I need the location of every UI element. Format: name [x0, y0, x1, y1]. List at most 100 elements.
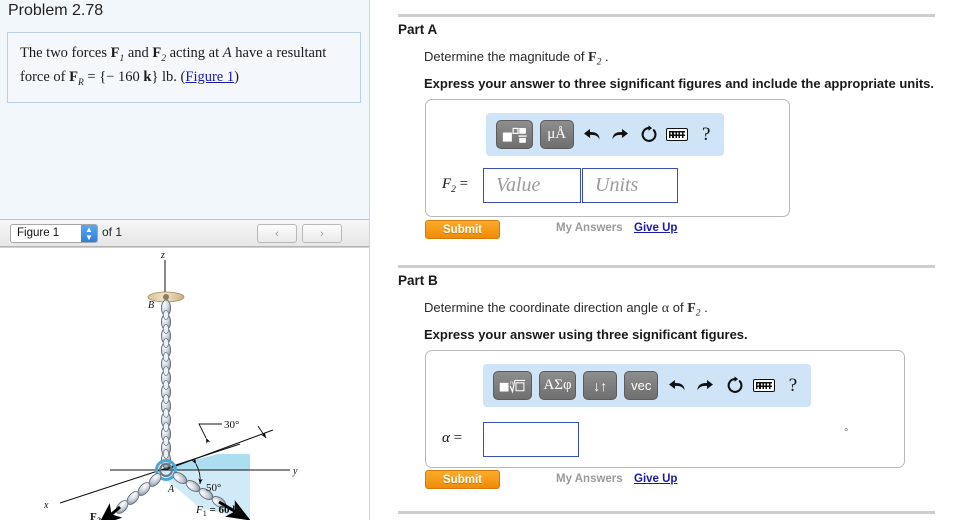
part-a-force-symbol: F [588, 50, 597, 65]
statement-close: ) [234, 68, 239, 85]
part-a-my-answers-button[interactable]: My Answers [556, 222, 623, 234]
chain-vertical [160, 299, 171, 469]
reset-circular-arrow-glyph [641, 125, 657, 142]
problem-statement-box: The two forces F1 and F2 acting at A hav… [7, 32, 361, 104]
axis-x-label: x [43, 500, 49, 511]
part-b-question-pre: Determine the coordinate direction angle [424, 300, 662, 315]
figure-1-link[interactable]: Figure 1 [185, 69, 234, 85]
part-b-math-toolbar: n ΑΣφ ↓↑ vec ? [483, 364, 811, 407]
statement-tail: } lb. ( [151, 68, 186, 85]
math-template-icon [502, 127, 527, 143]
keyboard-icon[interactable] [752, 373, 775, 399]
part-b-var-equals: = [449, 430, 463, 446]
divider-bottom [398, 511, 935, 514]
divider-part-a [398, 14, 935, 17]
undo-icon[interactable] [665, 373, 687, 399]
greek-symbols-button[interactable]: ΑΣφ [538, 371, 577, 400]
units-button[interactable]: μÅ [539, 120, 574, 149]
part-b-variable-label: α = [442, 430, 462, 447]
statement-part-3: acting at [166, 45, 223, 61]
part-a-heading: Part A [398, 22, 438, 37]
part-a-variable-label: F2 = [442, 176, 468, 195]
keyboard-icon[interactable] [666, 122, 689, 148]
angle-50-label: 50° [206, 482, 221, 494]
svg-text:n: n [510, 380, 513, 386]
keyboard-glyph [666, 128, 689, 141]
sort-arrows-button[interactable]: ↓↑ [583, 371, 618, 400]
part-a-give-up-link[interactable]: Give Up [634, 222, 677, 234]
chain-F2 [115, 473, 162, 514]
help-icon[interactable]: ? [695, 122, 717, 148]
reset-icon[interactable] [724, 373, 746, 399]
part-b-question: Determine the coordinate direction angle… [424, 300, 708, 319]
math-template-button[interactable] [496, 120, 533, 149]
part-b-heading: Part B [398, 273, 438, 288]
figure-select[interactable]: Figure 1 ▲ ▼ [10, 224, 98, 243]
force-F2-label: F2 [90, 511, 101, 520]
undo-arrow-glyph [583, 129, 600, 140]
part-a-var-equals: = [455, 176, 469, 192]
vector-button[interactable]: vec [624, 371, 659, 400]
reset-icon[interactable] [638, 122, 660, 148]
force-FR-symbol: F [69, 68, 78, 85]
figure-toolbar: Figure 1 ▲ ▼ of 1 ‹ › [0, 219, 369, 247]
part-a-question-post: . [601, 49, 609, 64]
part-b-question-post: . [700, 300, 708, 315]
degree-unit-label: ° [844, 427, 849, 439]
part-b-my-answers-button[interactable]: My Answers [556, 473, 623, 485]
problem-statement-text: The two forces F1 and F2 acting at A hav… [20, 43, 348, 90]
part-b-answer-panel: n ΑΣφ ↓↑ vec ? α = ° [425, 350, 905, 468]
part-a-question: Determine the magnitude of F2 . [424, 49, 609, 68]
part-a-instruction: Express your answer to three significant… [424, 76, 934, 91]
redo-icon[interactable] [609, 122, 631, 148]
figure-1-diagram: z y x B A 30° 50° F2 F1 = 60 lb [43, 250, 298, 520]
axis-z-label: z [160, 250, 165, 261]
part-a-answer-panel: μÅ ? F2 = Value Units [425, 99, 790, 217]
figure-image-area[interactable]: z y x B A 30° 50° F2 F1 = 60 lb [0, 247, 369, 520]
keyboard-glyph [752, 379, 775, 392]
part-a-math-toolbar: μÅ ? [486, 113, 724, 156]
units-input[interactable]: Units [582, 168, 678, 203]
part-a-submit-button[interactable]: Submit [425, 220, 500, 239]
figure-select-value: Figure 1 [17, 227, 60, 239]
part-b-var-symbol: α [442, 430, 450, 446]
problem-page: Problem 2.78 The two forces F1 and F2 ac… [0, 0, 964, 520]
next-figure-button[interactable]: › [302, 224, 342, 243]
part-b-give-up-link[interactable]: Give Up [634, 473, 677, 485]
part-a-var-symbol: F [442, 176, 452, 192]
chevron-updown-icon[interactable]: ▲ ▼ [81, 225, 97, 242]
divider-part-b [398, 265, 935, 268]
statement-part-4: have a resultant [231, 45, 327, 61]
reset-circular-arrow-glyph [727, 376, 743, 393]
disc-hub [163, 294, 169, 300]
math-template-button[interactable]: n [493, 371, 532, 400]
math-root-template-icon: n [499, 379, 526, 393]
statement-part-1: The two forces [20, 45, 111, 61]
part-b-force-symbol: F [687, 301, 696, 316]
statement-part-5: force of [20, 68, 70, 85]
page-title: Problem 2.78 [8, 2, 104, 19]
angle-input[interactable] [483, 422, 579, 457]
redo-arrow-glyph [612, 129, 628, 140]
part-b-instruction: Express your answer using three signific… [424, 327, 748, 342]
redo-arrow-glyph [697, 380, 713, 391]
angle-30-label: 30° [224, 419, 239, 431]
undo-icon[interactable] [581, 122, 603, 148]
figure-count-label: of 1 [102, 225, 123, 239]
point-A-label: A [167, 484, 175, 495]
part-b-question-mid: of [669, 300, 688, 315]
help-icon[interactable]: ? [782, 373, 804, 399]
alpha-symbol: α [661, 301, 670, 316]
statement-part-2: and [124, 45, 153, 61]
angle-30-leader2 [257, 425, 267, 439]
previous-figure-button[interactable]: ‹ [257, 224, 297, 243]
force-F2-arrow [97, 503, 123, 520]
part-b-submit-button[interactable]: Submit [425, 470, 500, 489]
value-input[interactable]: Value [483, 168, 581, 203]
statement-equation: = {− 160 [83, 68, 144, 85]
redo-icon[interactable] [694, 373, 716, 399]
undo-arrow-glyph [668, 380, 685, 391]
part-a-question-pre: Determine the magnitude of [424, 49, 589, 64]
force-F2-symbol: F [152, 45, 162, 61]
left-pane: Problem 2.78 The two forces F1 and F2 ac… [0, 0, 370, 520]
